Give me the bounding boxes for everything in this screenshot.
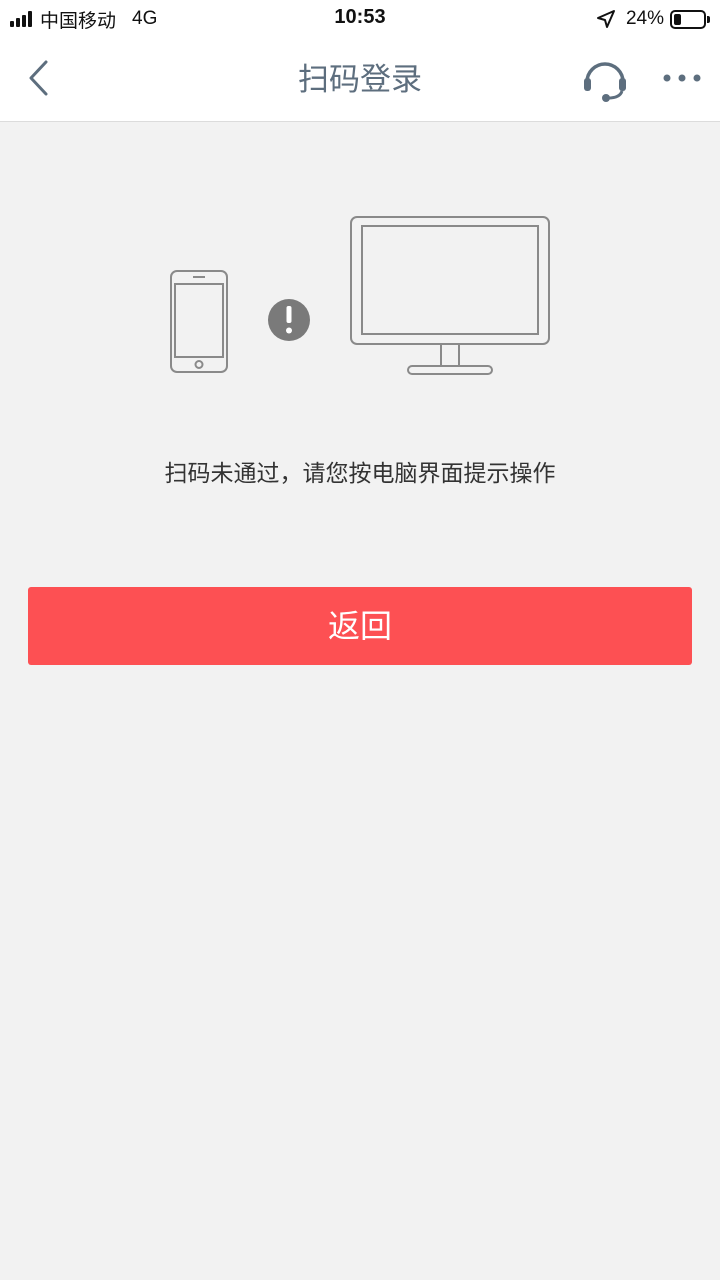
headset-icon[interactable] [580, 56, 630, 104]
battery-fill [674, 13, 681, 25]
more-dots-icon[interactable] [660, 66, 704, 90]
exclamation-icon [268, 299, 310, 341]
location-arrow-icon [596, 10, 615, 28]
return-button[interactable]: 返回 [28, 587, 692, 665]
scan-failed-illustration [0, 210, 720, 390]
battery-percent: 24% [625, 8, 664, 29]
status-bar: 中国移动 4G 10:53 24% [0, 0, 720, 38]
scan-failed-message: 扫码未通过，请您按电脑界面提示操作 [164, 461, 556, 487]
monitor-icon [350, 216, 550, 375]
status-bar-right: 24% [596, 6, 710, 32]
nav-bar: 扫码登录 [0, 38, 720, 122]
battery-icon [670, 9, 710, 29]
phone-icon [170, 270, 228, 373]
